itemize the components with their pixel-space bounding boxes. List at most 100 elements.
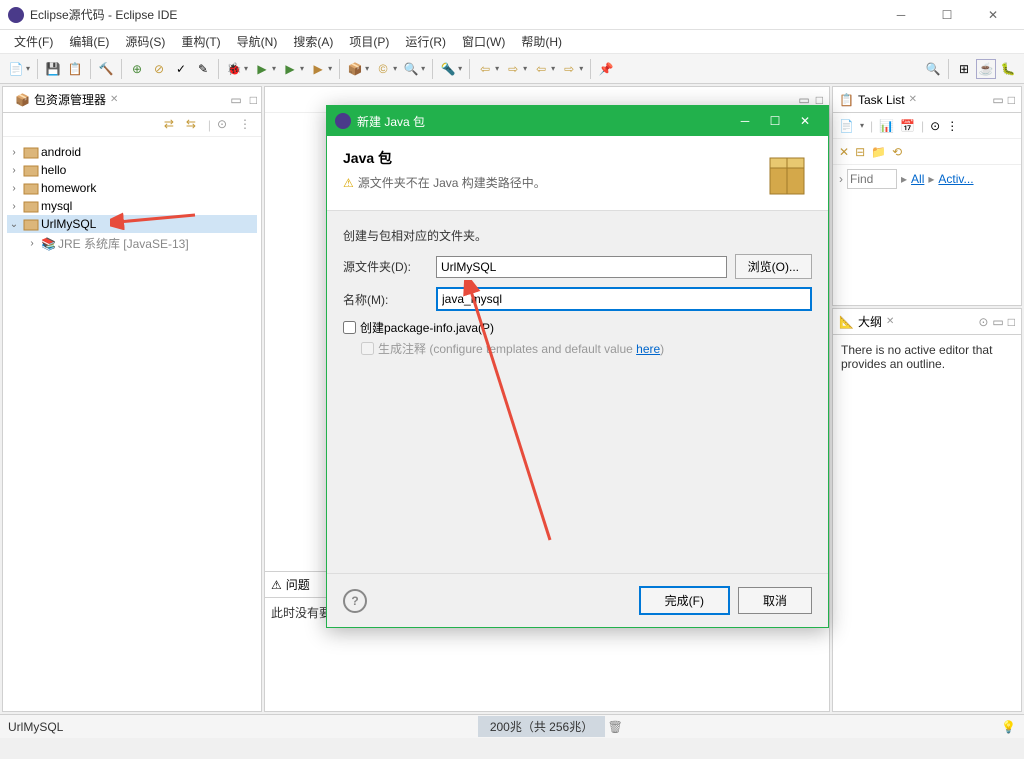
search-icon[interactable]: 🔦 — [438, 59, 458, 79]
nav-icon2[interactable]: ⇨ — [503, 59, 523, 79]
java-perspective-icon[interactable]: ☕ — [976, 59, 996, 79]
menu-file[interactable]: 文件(F) — [8, 31, 59, 52]
coverage-icon[interactable]: ▶ — [280, 59, 300, 79]
build-icon[interactable]: ⊕ — [127, 59, 147, 79]
tree-label: android — [41, 145, 81, 159]
menu-search[interactable]: 搜索(A) — [287, 31, 339, 52]
tip-icon[interactable]: 💡 — [1001, 720, 1016, 734]
filter-all-link[interactable]: All — [911, 172, 924, 186]
folder-icon — [23, 199, 39, 213]
new-package-icon[interactable]: 📦 — [345, 59, 365, 79]
nav-icon4[interactable]: ⇨ — [559, 59, 579, 79]
dialog-maximize-button[interactable]: ☐ — [760, 114, 790, 128]
dialog-title-text: 新建 Java 包 — [357, 113, 730, 130]
sync-icon[interactable]: ⟲ — [892, 145, 902, 159]
minimize-icon[interactable]: ▭ — [992, 315, 1003, 329]
filter-activate-link[interactable]: Activ... — [938, 172, 973, 186]
trash-icon[interactable]: 🗑 — [605, 720, 625, 734]
filter-icon[interactable]: 📁 — [871, 145, 886, 159]
debug-icon[interactable]: 🐞 — [224, 59, 244, 79]
expand-icon[interactable]: ✕ — [839, 145, 849, 159]
dialog-header: Java 包 ⚠ 源文件夹不在 Java 构建类路径中。 — [327, 136, 828, 211]
menu-refactor[interactable]: 重构(T) — [175, 31, 226, 52]
run-icon[interactable]: ▶ — [252, 59, 272, 79]
folder-icon — [23, 217, 39, 231]
nav-icon3[interactable]: ⇦ — [531, 59, 551, 79]
maximize-icon[interactable]: □ — [1008, 315, 1015, 329]
save-all-icon[interactable]: 📋 — [65, 59, 85, 79]
pin-icon[interactable]: 📌 — [596, 59, 616, 79]
menu-project[interactable]: 项目(P) — [343, 31, 395, 52]
package-explorer-label: 包资源管理器 — [34, 91, 106, 108]
minimize-button[interactable]: ─ — [878, 0, 924, 30]
close-button[interactable]: ✕ — [970, 0, 1016, 30]
dialog-footer: ? 完成(F) 取消 — [327, 573, 828, 627]
menu-edit[interactable]: 编辑(E) — [63, 31, 115, 52]
warning-icon: ⚠ — [343, 176, 354, 190]
link-icon[interactable]: ⊙ — [978, 315, 988, 329]
schedule-icon[interactable]: 📅 — [900, 119, 915, 133]
dialog-minimize-button[interactable]: ─ — [730, 114, 760, 128]
link-editor-icon[interactable]: ⇆ — [186, 117, 202, 133]
finish-button[interactable]: 完成(F) — [639, 586, 730, 615]
maximize-button[interactable]: ☐ — [924, 0, 970, 30]
perspective-icon[interactable]: ⊞ — [954, 59, 974, 79]
menu-run[interactable]: 运行(R) — [399, 31, 452, 52]
tree-item-hello[interactable]: › hello — [7, 161, 257, 179]
bullets-icon[interactable]: ⊘ — [149, 59, 169, 79]
dialog-close-button[interactable]: ✕ — [790, 114, 820, 128]
minimize-icon[interactable]: ▭ — [992, 93, 1003, 107]
menu-navigate[interactable]: 导航(N) — [231, 31, 284, 52]
library-icon: 📚 — [41, 237, 56, 251]
browse-button[interactable]: 浏览(O)... — [735, 254, 812, 279]
quick-access-icon[interactable]: 🔍 — [923, 59, 943, 79]
minimize-panel-icon[interactable]: ▭ — [226, 93, 245, 107]
package-name-input[interactable] — [436, 287, 812, 311]
find-input[interactable] — [847, 169, 897, 189]
save-icon[interactable]: 💾 — [43, 59, 63, 79]
tree-item-homework[interactable]: › homework — [7, 179, 257, 197]
toggle-icon[interactable]: 🔨 — [96, 59, 116, 79]
help-button[interactable]: ? — [343, 589, 367, 613]
focus-icon[interactable]: ⊙ — [217, 117, 233, 133]
menu-help[interactable]: 帮助(H) — [515, 31, 568, 52]
problems-tab[interactable]: 问题 — [286, 576, 310, 593]
tree-item-jre[interactable]: › 📚 JRE 系统库 [JavaSE-13] — [7, 233, 257, 254]
maximize-icon[interactable]: □ — [1008, 93, 1015, 107]
close-icon[interactable]: ✕ — [110, 94, 118, 105]
eclipse-icon — [335, 113, 351, 129]
maximize-panel-icon[interactable]: □ — [246, 93, 261, 107]
menu-window[interactable]: 窗口(W) — [456, 31, 511, 52]
configure-here-link[interactable]: here — [636, 342, 660, 356]
cancel-button[interactable]: 取消 — [738, 587, 812, 614]
collapse-icon[interactable]: ⊟ — [855, 145, 865, 159]
view-menu-icon[interactable]: ⋮ — [239, 117, 255, 133]
new-task-icon[interactable]: 📄 — [839, 119, 854, 133]
menu-source[interactable]: 源码(S) — [119, 31, 171, 52]
memory-indicator[interactable]: 200兆（共 256兆） — [478, 716, 605, 737]
nav-icon1[interactable]: ⇦ — [475, 59, 495, 79]
tree-item-urlmysql[interactable]: ⌄ UrlMySQL — [7, 215, 257, 233]
source-folder-label: 源文件夹(D): — [343, 258, 428, 275]
new-icon[interactable]: 📄 — [6, 59, 26, 79]
expand-arrow-icon[interactable]: › — [839, 172, 843, 186]
external-icon[interactable]: ▶ — [308, 59, 328, 79]
debug-perspective-icon[interactable]: 🐛 — [998, 59, 1018, 79]
package-explorer-tab[interactable]: 📦 包资源管理器 ✕ — [7, 87, 126, 112]
create-package-info-label: 创建package-info.java(P) — [360, 319, 494, 336]
create-package-info-checkbox[interactable] — [343, 321, 356, 334]
open-type-icon[interactable]: 🔍 — [401, 59, 421, 79]
focus-task-icon[interactable]: ⊙ — [930, 119, 940, 133]
source-folder-input[interactable] — [436, 256, 727, 278]
view-menu-icon[interactable]: ⋮ — [946, 119, 958, 133]
collapse-all-icon[interactable]: ⇄ — [164, 117, 180, 133]
dialog-body: 创建与包相对应的文件夹。 源文件夹(D): 浏览(O)... 名称(M): 创建… — [327, 211, 828, 573]
clean-icon[interactable]: ✎ — [193, 59, 213, 79]
folder-icon — [23, 145, 39, 159]
mark-icon[interactable]: ✓ — [171, 59, 191, 79]
tree-item-android[interactable]: › android — [7, 143, 257, 161]
folder-icon — [23, 181, 39, 195]
new-class-icon[interactable]: © — [373, 59, 393, 79]
categorize-icon[interactable]: 📊 — [879, 119, 894, 133]
tree-item-mysql[interactable]: › mysql — [7, 197, 257, 215]
